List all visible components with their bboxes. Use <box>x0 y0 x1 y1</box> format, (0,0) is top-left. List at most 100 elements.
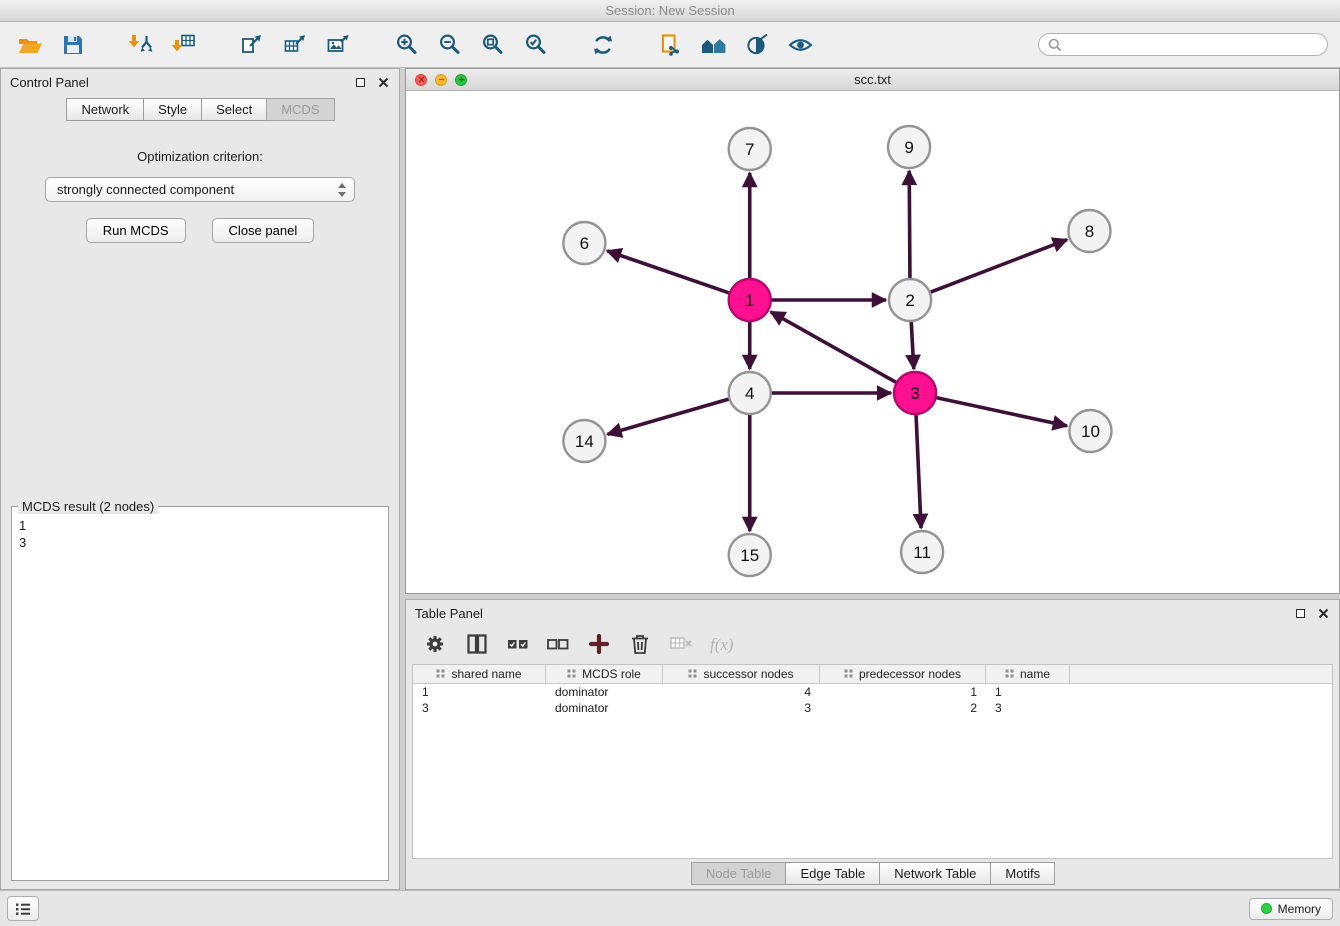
graph-edge-2-9[interactable] <box>909 171 910 279</box>
table-settings-button[interactable] <box>422 631 448 660</box>
mcds-result-item[interactable]: 1 <box>19 517 381 534</box>
panel-menu-button[interactable] <box>7 896 39 921</box>
table-cell[interactable]: 1 <box>413 684 546 700</box>
export-network-button[interactable] <box>234 27 270 63</box>
close-window-icon[interactable] <box>415 74 427 86</box>
control-panel: Control Panel NetworkStyleSelectMCDS Opt… <box>0 68 400 890</box>
unchecked-boxes-icon <box>546 632 570 656</box>
graph-node-label: 3 <box>910 384 919 403</box>
criterion-selected-value: strongly connected component <box>57 182 337 197</box>
refresh-icon <box>590 32 616 58</box>
delete-table-button[interactable] <box>668 632 694 659</box>
network-overview-button[interactable] <box>696 27 732 63</box>
table-cell[interactable]: 1 <box>986 684 1070 700</box>
table-cell[interactable]: dominator <box>546 684 663 700</box>
function-builder-button[interactable]: f(x) <box>710 635 734 655</box>
export-table-button[interactable] <box>277 27 313 63</box>
unselect-all-button[interactable] <box>546 632 570 659</box>
open-folder-icon <box>17 33 44 57</box>
show-hide-graphics-button[interactable] <box>782 27 818 63</box>
graph-edge-3-10[interactable] <box>936 397 1067 425</box>
node-table-header: shared nameMCDS rolesuccessor nodesprede… <box>413 665 1332 684</box>
list-menu-icon <box>15 902 31 916</box>
table-tab-node-table[interactable]: Node Table <box>691 862 787 885</box>
node-table: shared nameMCDS rolesuccessor nodesprede… <box>412 664 1333 859</box>
main-area: Control Panel NetworkStyleSelectMCDS Opt… <box>0 68 1340 890</box>
graph-edge-3-1[interactable] <box>771 312 897 383</box>
column-type-icon <box>1005 669 1015 679</box>
graph-edge-4-14[interactable] <box>607 399 729 434</box>
table-cell[interactable]: 3 <box>986 700 1070 716</box>
table-cell[interactable]: 2 <box>820 700 986 716</box>
tab-mcds[interactable]: MCDS <box>266 98 334 121</box>
zoom-out-button[interactable] <box>431 27 467 63</box>
import-network-button[interactable] <box>123 27 159 63</box>
float-icon <box>1296 609 1305 618</box>
create-column-button[interactable] <box>586 631 612 660</box>
column-header-predecessor-nodes[interactable]: predecessor nodes <box>820 665 986 683</box>
zoom-fit-button[interactable] <box>474 27 510 63</box>
table-tab-motifs[interactable]: Motifs <box>990 862 1055 885</box>
graph-node-label: 6 <box>580 234 589 253</box>
zoom-window-icon[interactable] <box>455 74 467 86</box>
toolbar-search[interactable] <box>1038 33 1328 56</box>
table-row[interactable]: 3dominator323 <box>413 700 1332 716</box>
open-file-button[interactable] <box>12 27 48 63</box>
column-type-icon <box>567 669 577 679</box>
zoom-selected-icon <box>523 32 548 57</box>
table-tab-edge-table[interactable]: Edge Table <box>785 862 880 885</box>
tab-network[interactable]: Network <box>66 98 144 121</box>
zoom-in-icon <box>394 32 419 57</box>
table-row[interactable]: 1dominator411 <box>413 684 1332 700</box>
float-panel-button[interactable] <box>353 75 367 89</box>
float-table-panel-button[interactable] <box>1293 606 1307 620</box>
graph-edge-3-11[interactable] <box>916 414 921 528</box>
control-panel-title: Control Panel <box>10 75 344 90</box>
import-table-button[interactable] <box>166 27 202 63</box>
column-header-name[interactable]: name <box>986 665 1070 683</box>
criterion-select[interactable]: strongly connected component <box>45 177 355 202</box>
style-half-circle-icon <box>744 32 770 58</box>
table-cell[interactable]: dominator <box>546 700 663 716</box>
close-panel-action-button[interactable]: Close panel <box>212 218 315 243</box>
close-table-panel-button[interactable] <box>1316 606 1330 620</box>
mcds-result-list[interactable]: 13 <box>12 514 388 554</box>
save-session-button[interactable] <box>55 27 91 63</box>
table-cell[interactable]: 3 <box>413 700 546 716</box>
table-cell[interactable]: 1 <box>820 684 986 700</box>
run-mcds-button[interactable]: Run MCDS <box>86 218 186 243</box>
table-tab-network-table[interactable]: Network Table <box>879 862 991 885</box>
show-columns-button[interactable] <box>464 631 490 660</box>
graph-edge-2-3[interactable] <box>911 321 914 369</box>
tab-style[interactable]: Style <box>143 98 202 121</box>
export-image-button[interactable] <box>320 27 356 63</box>
table-cell[interactable]: 4 <box>663 684 820 700</box>
column-header-shared-name[interactable]: shared name <box>413 665 546 683</box>
select-all-button[interactable] <box>506 632 530 659</box>
column-header-mcds-role[interactable]: MCDS role <box>546 665 663 683</box>
graph-canvas[interactable]: 7968124314101511 <box>406 91 1339 593</box>
apply-style-button[interactable] <box>739 27 775 63</box>
memory-button[interactable]: Memory <box>1249 898 1333 920</box>
search-input[interactable] <box>1068 37 1319 52</box>
zoom-selected-button[interactable] <box>517 27 553 63</box>
minimize-window-icon[interactable] <box>435 74 447 86</box>
mcds-result-item[interactable]: 3 <box>19 534 381 551</box>
table-cell[interactable]: 3 <box>663 700 820 716</box>
column-header-successor-nodes[interactable]: successor nodes <box>663 665 820 683</box>
graph-edge-2-8[interactable] <box>930 240 1067 293</box>
graph-node-label: 4 <box>745 384 754 403</box>
close-panel-button[interactable] <box>376 75 390 89</box>
import-network-icon <box>128 32 154 58</box>
table-panel-header: Table Panel <box>406 600 1339 626</box>
zoom-in-button[interactable] <box>388 27 424 63</box>
graph-node-label: 15 <box>740 546 759 565</box>
refresh-layout-button[interactable] <box>585 27 621 63</box>
graph-edge-1-6[interactable] <box>607 251 730 293</box>
delete-column-button[interactable] <box>628 631 652 660</box>
clone-network-button[interactable] <box>653 27 689 63</box>
tab-select[interactable]: Select <box>201 98 267 121</box>
close-icon <box>378 77 389 88</box>
save-icon <box>61 33 85 57</box>
window-title: Session: New Session <box>605 3 734 18</box>
